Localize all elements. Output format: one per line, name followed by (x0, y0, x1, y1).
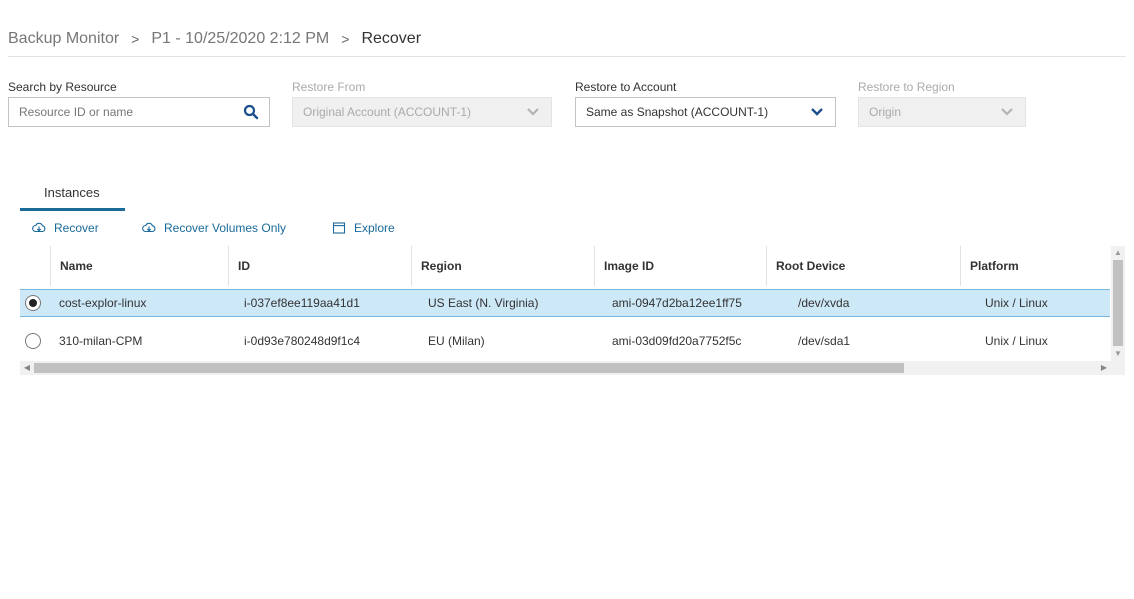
tab-instances-label: Instances (44, 185, 100, 200)
horizontal-scroll-thumb[interactable] (34, 363, 904, 373)
chevron-down-icon (527, 108, 539, 116)
cell-name: cost-explor-linux (59, 296, 147, 310)
breadcrumb-divider (8, 56, 1126, 57)
radio-selected-dot (29, 299, 37, 307)
cell-region: EU (Milan) (428, 334, 485, 348)
cell-region: US East (N. Virginia) (428, 296, 539, 310)
scroll-left-arrow-icon[interactable]: ◀ (20, 361, 34, 375)
restore-to-account-value: Same as Snapshot (ACCOUNT-1) (586, 105, 769, 119)
chevron-down-icon (1001, 108, 1013, 116)
restore-to-region-value: Origin (869, 105, 902, 119)
recover-volumes-only-button[interactable]: Recover Volumes Only (142, 219, 286, 237)
breadcrumb: Backup Monitor > P1 - 10/25/2020 2:12 PM… (8, 28, 421, 50)
tab-active-indicator (20, 208, 125, 211)
search-input[interactable]: Resource ID or name (8, 97, 270, 127)
window-icon (332, 222, 346, 234)
cell-platform: Unix / Linux (985, 334, 1048, 348)
scroll-down-arrow-icon[interactable]: ▼ (1111, 347, 1125, 361)
table-row[interactable]: 310-milan-CPM i-0d93e780248d9f1c4 EU (Mi… (20, 328, 1110, 356)
table-header: Name ID Region Image ID Root Device Plat… (20, 246, 1110, 286)
instances-table: Name ID Region Image ID Root Device Plat… (20, 246, 1110, 376)
tab-instances[interactable]: Instances (20, 178, 125, 211)
search-label: Search by Resource (8, 80, 117, 94)
table-row[interactable]: cost-explor-linux i-037ef8ee119aa41d1 US… (20, 289, 1110, 317)
breadcrumb-separator: > (131, 31, 140, 47)
horizontal-scrollbar[interactable]: ◀ ▶ (20, 361, 1111, 375)
restore-to-region-field: Restore to Region Origin (858, 80, 1026, 127)
breadcrumb-policy-run[interactable]: P1 - 10/25/2020 2:12 PM (151, 30, 329, 48)
column-header-id[interactable]: ID (228, 246, 411, 286)
vertical-scrollbar[interactable]: ▲ ▼ (1111, 246, 1125, 361)
breadcrumb-separator: > (341, 31, 350, 47)
restore-to-account-label: Restore to Account (575, 80, 677, 94)
scrollbar-corner (1111, 361, 1125, 375)
restore-to-region-select[interactable]: Origin (858, 97, 1026, 127)
search-icon[interactable] (243, 104, 259, 120)
scroll-up-arrow-icon[interactable]: ▲ (1111, 246, 1125, 260)
column-header-image-id[interactable]: Image ID (594, 246, 766, 286)
recover-label: Recover (54, 221, 99, 235)
restore-from-value: Original Account (ACCOUNT-1) (303, 105, 472, 119)
recover-button[interactable]: Recover (32, 219, 99, 237)
explore-button[interactable]: Explore (332, 219, 395, 237)
column-header-root-device[interactable]: Root Device (766, 246, 960, 286)
restore-from-label: Restore From (292, 80, 366, 94)
cell-root-device: /dev/xvda (798, 296, 850, 310)
chevron-down-icon (811, 108, 823, 116)
vertical-scroll-thumb[interactable] (1113, 260, 1123, 346)
cell-image-id: ami-0947d2ba12ee1ff75 (612, 296, 742, 310)
cell-image-id: ami-03d09fd20a7752f5c (612, 334, 742, 348)
breadcrumb-current: Recover (361, 30, 422, 47)
restore-to-account-field: Restore to Account Same as Snapshot (ACC… (575, 80, 836, 127)
restore-from-field: Restore From Original Account (ACCOUNT-1… (292, 80, 552, 127)
cell-root-device: /dev/sda1 (798, 334, 851, 348)
cell-platform: Unix / Linux (985, 296, 1048, 310)
column-header-name[interactable]: Name (50, 246, 228, 286)
cloud-download-icon (142, 222, 156, 233)
recover-volumes-only-label: Recover Volumes Only (164, 221, 287, 235)
cell-id: i-0d93e780248d9f1c4 (244, 334, 361, 348)
restore-to-region-label: Restore to Region (858, 80, 955, 94)
scroll-right-arrow-icon[interactable]: ▶ (1097, 361, 1111, 375)
breadcrumb-backup-monitor[interactable]: Backup Monitor (8, 30, 119, 48)
row-radio-button[interactable] (25, 295, 41, 311)
restore-to-account-select[interactable]: Same as Snapshot (ACCOUNT-1) (575, 97, 836, 127)
cloud-download-icon (32, 222, 46, 233)
explore-label: Explore (354, 221, 395, 235)
restore-from-select[interactable]: Original Account (ACCOUNT-1) (292, 97, 552, 127)
cell-name: 310-milan-CPM (59, 334, 143, 348)
search-field: Search by Resource Resource ID or name (8, 80, 270, 127)
search-placeholder: Resource ID or name (19, 105, 134, 119)
row-radio-button[interactable] (25, 333, 41, 349)
column-header-platform[interactable]: Platform (960, 246, 1110, 286)
cell-id: i-037ef8ee119aa41d1 (244, 296, 360, 310)
column-header-region[interactable]: Region (411, 246, 594, 286)
